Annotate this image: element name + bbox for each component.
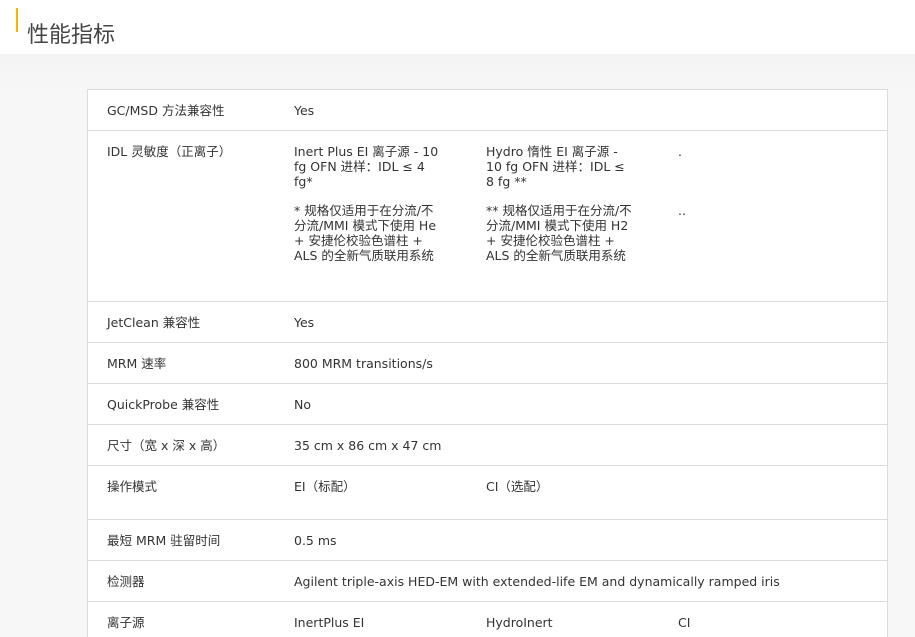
spec-value: Hydro 惰性 EI 离子源 - 10 fg OFN 进样：IDL ≤ 8 f…	[486, 144, 625, 189]
spec-row-operating-mode: 操作模式 EI（标配） CI（选配）	[88, 466, 887, 520]
spec-value: .	[678, 144, 682, 159]
spec-label: 最短 MRM 驻留时间	[107, 533, 221, 548]
spec-footnote: ..	[678, 203, 686, 218]
spec-row-method-compat: GC/MSD 方法兼容性 Yes	[88, 90, 887, 131]
spec-row-dwell-time: 最短 MRM 驻留时间 0.5 ms	[88, 520, 887, 561]
spec-row-idl: IDL 灵敏度（正离子） Inert Plus EI 离子源 - 10 fg O…	[88, 131, 887, 302]
spec-label: JetClean 兼容性	[107, 315, 201, 330]
spec-value: Inert Plus EI 离子源 - 10 fg OFN 进样：IDL ≤ 4…	[294, 144, 439, 189]
spec-value: CI	[678, 615, 691, 630]
spec-cell-inertplus: Inert Plus EI 离子源 - 10 fg OFN 进样：IDL ≤ 4…	[294, 144, 444, 263]
spec-label: MRM 速率	[107, 356, 167, 371]
spec-label: 尺寸（宽 x 深 x 高）	[107, 438, 226, 453]
spec-row-ion-source: 离子源 InertPlus EI HydroInert CI	[88, 602, 887, 637]
spec-value: CI（选配）	[486, 479, 549, 494]
spec-label: 检测器	[107, 574, 145, 589]
spec-value: EI（标配）	[294, 479, 356, 494]
spec-table: GC/MSD 方法兼容性 Yes IDL 灵敏度（正离子） Inert Plus…	[87, 89, 888, 637]
spec-value: Yes	[294, 103, 315, 118]
spec-row-jetclean: JetClean 兼容性 Yes	[88, 302, 887, 343]
spec-value: 800 MRM transitions/s	[294, 356, 433, 371]
spec-cell-hydroinert: Hydro 惰性 EI 离子源 - 10 fg OFN 进样：IDL ≤ 8 f…	[486, 144, 636, 263]
spec-cell-third: . ..	[678, 144, 828, 218]
page-header: 性能指标	[0, 0, 915, 54]
spec-value: InertPlus EI	[294, 615, 365, 630]
content-area: GC/MSD 方法兼容性 Yes IDL 灵敏度（正离子） Inert Plus…	[0, 54, 915, 637]
spec-value: No	[294, 397, 311, 412]
spec-value: HydroInert	[486, 615, 553, 630]
spec-value: Agilent triple-axis HED-EM with extended…	[294, 574, 780, 589]
title-accent-bar	[16, 8, 18, 32]
spec-value: 0.5 ms	[294, 533, 337, 548]
spec-label: IDL 灵敏度（正离子）	[107, 144, 232, 159]
spec-value: 35 cm x 86 cm x 47 cm	[294, 438, 442, 453]
spec-label: 操作模式	[107, 479, 158, 494]
spec-footnote: * 规格仅适用于在分流/不分流/MMI 模式下使用 He + 安捷伦校验色谱柱 …	[294, 203, 437, 263]
page-title: 性能指标	[27, 22, 116, 48]
spec-row-quickprobe: QuickProbe 兼容性 No	[88, 384, 887, 425]
spec-value: Yes	[294, 315, 315, 330]
spec-row-detector: 检测器 Agilent triple-axis HED-EM with exte…	[88, 561, 887, 602]
spec-footnote: ** 规格仅适用于在分流/不分流/MMI 模式下使用 H2 + 安捷伦校验色谱柱…	[486, 203, 632, 263]
spec-row-dimensions: 尺寸（宽 x 深 x 高） 35 cm x 86 cm x 47 cm	[88, 425, 887, 466]
spec-label: 离子源	[107, 615, 145, 630]
spec-label: GC/MSD 方法兼容性	[107, 103, 225, 118]
spec-label: QuickProbe 兼容性	[107, 397, 220, 412]
spec-row-mrm-rate: MRM 速率 800 MRM transitions/s	[88, 343, 887, 384]
